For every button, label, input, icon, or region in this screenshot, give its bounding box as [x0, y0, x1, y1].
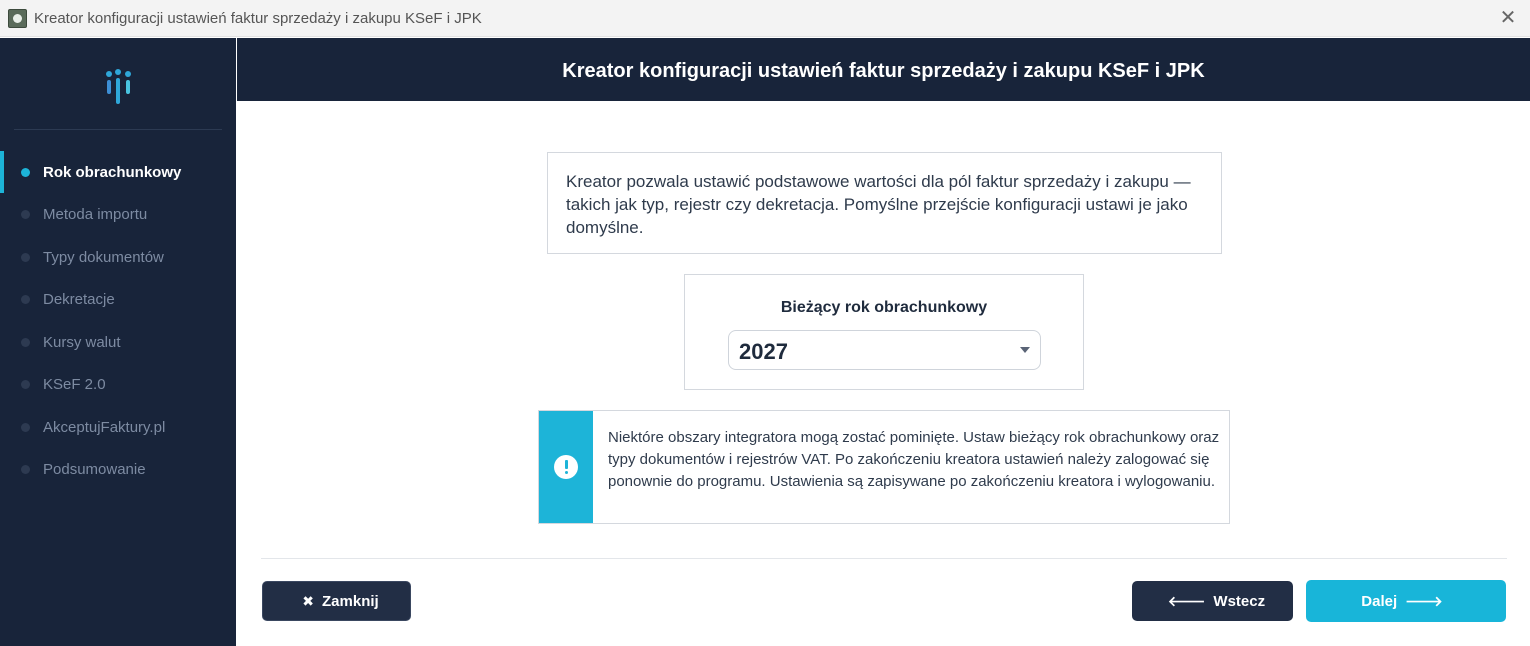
- sidebar-item-label: Metoda importu: [43, 206, 148, 224]
- sidebar-item-kursy-walut[interactable]: Kursy walut: [0, 321, 236, 364]
- sidebar-item-label: Kursy walut: [43, 333, 121, 351]
- sidebar-item-label: KSeF 2.0: [43, 376, 106, 394]
- fiscal-year-card: Bieżący rok obrachunkowy 2027: [684, 274, 1084, 390]
- close-icon[interactable]: ✕: [1498, 8, 1518, 28]
- step-dot: [21, 422, 30, 432]
- sidebar-item-label: Podsumowanie: [43, 461, 146, 479]
- intro-description: Kreator pozwala ustawić podstawowe warto…: [547, 152, 1222, 254]
- close-button[interactable]: ✖ Zamknij: [262, 581, 411, 621]
- step-dot: [21, 210, 30, 220]
- chevron-down-icon: [1020, 347, 1030, 353]
- sidebar-item-label: AkceptujFaktury.pl: [43, 418, 166, 436]
- sidebar-item-label: Dekretacje: [43, 291, 115, 309]
- notice-accent-strip: [539, 411, 593, 523]
- back-button[interactable]: 🡐 Wstecz: [1132, 581, 1293, 621]
- notice-text: Niektóre obszary integratora mogą zostać…: [608, 429, 1220, 490]
- sidebar-item-label: Typy dokumentów: [43, 248, 164, 266]
- info-notice: Niektóre obszary integratora mogą zostać…: [538, 410, 1230, 524]
- window-title: Kreator konfiguracji ustawień faktur spr…: [34, 10, 482, 27]
- step-dot: [21, 252, 30, 262]
- sidebar-item-akceptujfaktury[interactable]: AkceptujFaktury.pl: [0, 406, 236, 449]
- step-dot: [21, 465, 30, 475]
- sidebar-item-rok-obrachunkowy[interactable]: Rok obrachunkowy: [0, 151, 236, 194]
- footer-divider: [261, 558, 1507, 559]
- arrow-left-icon: 🡐: [1167, 592, 1206, 609]
- app-icon: [8, 9, 27, 28]
- page-title: Kreator konfiguracji ustawień faktur spr…: [562, 60, 1205, 82]
- sidebar-item-podsumowanie[interactable]: Podsumowanie: [0, 449, 236, 492]
- fiscal-year-select[interactable]: 2027: [728, 330, 1041, 370]
- step-dot: [21, 167, 30, 177]
- back-button-label: Wstecz: [1213, 592, 1266, 610]
- sidebar-item-dekretacje[interactable]: Dekretacje: [0, 279, 236, 322]
- step-dot: [21, 295, 30, 305]
- app-logo-icon: [106, 69, 131, 104]
- step-dot: [21, 337, 30, 347]
- sidebar-divider: [14, 129, 222, 130]
- step-dot: [21, 380, 30, 390]
- sidebar-item-typy-dokumentow[interactable]: Typy dokumentów: [0, 236, 236, 279]
- window-titlebar: Kreator konfiguracji ustawień faktur spr…: [0, 0, 1530, 37]
- close-button-label: Zamknij: [322, 592, 379, 610]
- next-button-label: Dalej: [1361, 592, 1398, 610]
- sidebar-item-label: Rok obrachunkowy: [43, 163, 182, 181]
- main-content: Kreator pozwala ustawić podstawowe warto…: [237, 101, 1530, 646]
- sidebar: Rok obrachunkowy Metoda importu Typy dok…: [0, 38, 236, 646]
- fiscal-year-value: 2027: [739, 339, 788, 364]
- wizard-steps: Rok obrachunkowy Metoda importu Typy dok…: [0, 151, 236, 491]
- next-button[interactable]: Dalej 🡒: [1306, 580, 1506, 622]
- exclamation-icon: [554, 455, 578, 479]
- sidebar-item-metoda-importu[interactable]: Metoda importu: [0, 194, 236, 237]
- sidebar-item-ksef[interactable]: KSeF 2.0: [0, 364, 236, 407]
- page-header: Kreator konfiguracji ustawień faktur spr…: [237, 38, 1530, 101]
- fiscal-year-label: Bieżący rok obrachunkowy: [780, 299, 988, 316]
- arrow-right-icon: 🡒: [1405, 592, 1443, 609]
- close-icon: ✖: [302, 592, 315, 609]
